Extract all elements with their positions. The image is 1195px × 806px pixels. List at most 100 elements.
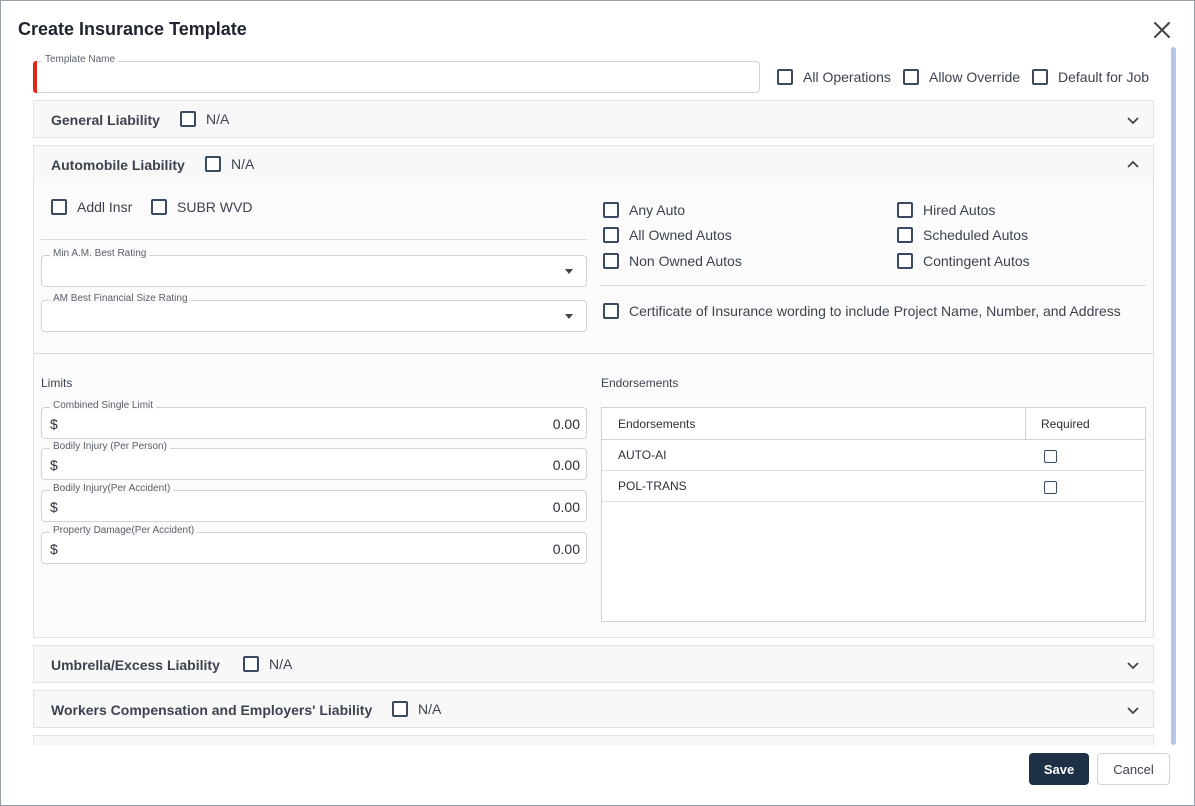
automobile-liability-title: Automobile Liability bbox=[51, 157, 185, 173]
combined-single-limit-value[interactable]: 0.00 bbox=[553, 416, 580, 432]
general-liability-na-label: N/A bbox=[206, 111, 230, 127]
bodily-injury-per-person-field[interactable]: Bodily Injury (Per Person) $ 0.00 bbox=[41, 441, 587, 480]
general-liability-na-checkbox[interactable] bbox=[180, 111, 196, 127]
create-insurance-template-dialog: Create Insurance Template Template Name … bbox=[0, 0, 1195, 806]
divider bbox=[34, 353, 1153, 354]
non-owned-autos-option[interactable]: Non Owned Autos bbox=[603, 253, 742, 269]
allow-override-option[interactable]: Allow Override bbox=[903, 69, 1020, 85]
currency-symbol: $ bbox=[50, 541, 58, 557]
min-am-best-rating-select[interactable]: Min A.M. Best Rating bbox=[41, 248, 587, 287]
workers-comp-na-checkbox[interactable] bbox=[392, 701, 408, 717]
scheduled-autos-label: Scheduled Autos bbox=[923, 227, 1029, 243]
chevron-up-icon[interactable] bbox=[1126, 158, 1140, 172]
hired-autos-option[interactable]: Hired Autos bbox=[897, 202, 995, 218]
workers-comp-title: Workers Compensation and Employers' Liab… bbox=[51, 702, 373, 718]
bodily-injury-per-accident-value[interactable]: 0.00 bbox=[553, 499, 580, 515]
divider bbox=[41, 239, 587, 240]
workers-comp-na[interactable]: N/A bbox=[392, 701, 441, 717]
hired-autos-checkbox[interactable] bbox=[897, 202, 913, 218]
scheduled-autos-option[interactable]: Scheduled Autos bbox=[897, 227, 1028, 243]
non-owned-autos-label: Non Owned Autos bbox=[629, 253, 742, 269]
hired-autos-label: Hired Autos bbox=[923, 202, 996, 218]
contingent-autos-option[interactable]: Contingent Autos bbox=[897, 253, 1030, 269]
template-name-field[interactable]: Template Name bbox=[33, 54, 760, 93]
template-name-label: Template Name bbox=[42, 54, 119, 65]
table-row[interactable]: AUTO-AI bbox=[602, 440, 1145, 471]
all-operations-option[interactable]: All Operations bbox=[777, 69, 891, 85]
chevron-down-icon[interactable] bbox=[1126, 113, 1140, 127]
umbrella-title: Umbrella/Excess Liability bbox=[51, 657, 220, 673]
combined-single-limit-label: Combined Single Limit bbox=[50, 400, 157, 411]
min-am-best-rating-label: Min A.M. Best Rating bbox=[50, 248, 150, 259]
table-row[interactable]: POL-TRANS bbox=[602, 471, 1145, 502]
subr-wvd-label: SUBR WVD bbox=[177, 199, 253, 215]
certificate-wording-label: Certificate of Insurance wording to incl… bbox=[629, 303, 1121, 319]
addl-insr-option[interactable]: Addl Insr bbox=[51, 199, 132, 215]
required-column-header[interactable]: Required bbox=[1041, 417, 1090, 431]
bodily-injury-per-accident-label: Bodily Injury(Per Accident) bbox=[50, 483, 174, 494]
certificate-wording-option[interactable]: Certificate of Insurance wording to incl… bbox=[603, 303, 1121, 319]
section-workers-compensation[interactable]: Workers Compensation and Employers' Liab… bbox=[33, 690, 1154, 728]
chevron-down-icon[interactable] bbox=[1126, 703, 1140, 717]
am-best-financial-size-select[interactable]: AM Best Financial Size Rating bbox=[41, 293, 587, 332]
caret-down-icon bbox=[565, 269, 573, 274]
property-damage-per-accident-field[interactable]: Property Damage(Per Accident) $ 0.00 bbox=[41, 525, 587, 564]
required-checkbox[interactable] bbox=[1044, 481, 1057, 495]
addl-insr-checkbox[interactable] bbox=[51, 199, 67, 215]
chevron-down-icon[interactable] bbox=[1126, 658, 1140, 672]
all-owned-autos-option[interactable]: All Owned Autos bbox=[603, 227, 732, 243]
automobile-liability-na[interactable]: N/A bbox=[205, 156, 254, 172]
combined-single-limit-field[interactable]: Combined Single Limit $ 0.00 bbox=[41, 400, 587, 439]
automobile-liability-na-label: N/A bbox=[231, 156, 255, 172]
default-for-job-option[interactable]: Default for Job bbox=[1032, 69, 1149, 85]
section-umbrella-excess-liability[interactable]: Umbrella/Excess Liability N/A bbox=[33, 645, 1154, 683]
cancel-button[interactable]: Cancel bbox=[1097, 753, 1170, 785]
any-auto-checkbox[interactable] bbox=[603, 202, 619, 218]
endorsements-column-header[interactable]: Endorsements bbox=[618, 417, 695, 431]
scrollbar[interactable] bbox=[1171, 47, 1176, 745]
endorsement-name: AUTO-AI bbox=[618, 448, 667, 462]
template-name-input[interactable] bbox=[44, 70, 744, 86]
default-for-job-label: Default for Job bbox=[1058, 69, 1150, 85]
section-automobile-liability[interactable]: Automobile Liability N/A bbox=[33, 145, 1154, 183]
automobile-liability-na-checkbox[interactable] bbox=[205, 156, 221, 172]
all-operations-checkbox[interactable] bbox=[777, 69, 793, 85]
contingent-autos-checkbox[interactable] bbox=[897, 253, 913, 269]
currency-symbol: $ bbox=[50, 457, 58, 473]
property-damage-per-accident-value[interactable]: 0.00 bbox=[553, 541, 580, 557]
all-owned-autos-checkbox[interactable] bbox=[603, 227, 619, 243]
umbrella-na-checkbox[interactable] bbox=[243, 656, 259, 672]
umbrella-na-label: N/A bbox=[269, 656, 293, 672]
am-best-financial-size-label: AM Best Financial Size Rating bbox=[50, 293, 191, 304]
subr-wvd-option[interactable]: SUBR WVD bbox=[151, 199, 252, 215]
addl-insr-label: Addl Insr bbox=[77, 199, 133, 215]
allow-override-label: Allow Override bbox=[929, 69, 1021, 85]
bodily-injury-per-person-value[interactable]: 0.00 bbox=[553, 457, 580, 473]
section-general-liability[interactable]: General Liability N/A bbox=[33, 100, 1154, 138]
bodily-injury-per-accident-field[interactable]: Bodily Injury(Per Accident) $ 0.00 bbox=[41, 483, 587, 522]
column-separator bbox=[1025, 408, 1026, 439]
umbrella-na[interactable]: N/A bbox=[243, 656, 292, 672]
subr-wvd-checkbox[interactable] bbox=[151, 199, 167, 215]
bodily-injury-per-person-label: Bodily Injury (Per Person) bbox=[50, 441, 170, 452]
default-for-job-checkbox[interactable] bbox=[1032, 69, 1048, 85]
required-checkbox[interactable] bbox=[1044, 450, 1057, 464]
all-owned-autos-label: All Owned Autos bbox=[629, 227, 732, 243]
all-operations-label: All Operations bbox=[803, 69, 891, 85]
save-button[interactable]: Save bbox=[1029, 753, 1089, 785]
non-owned-autos-checkbox[interactable] bbox=[603, 253, 619, 269]
general-liability-title: General Liability bbox=[51, 112, 160, 128]
any-auto-label: Any Auto bbox=[629, 202, 686, 218]
any-auto-option[interactable]: Any Auto bbox=[603, 202, 685, 218]
table-header: Endorsements Required bbox=[602, 408, 1145, 440]
general-liability-na[interactable]: N/A bbox=[180, 111, 229, 127]
certificate-wording-checkbox[interactable] bbox=[603, 303, 619, 319]
caret-down-icon bbox=[565, 314, 573, 319]
close-icon[interactable] bbox=[1152, 20, 1172, 40]
scheduled-autos-checkbox[interactable] bbox=[897, 227, 913, 243]
currency-symbol: $ bbox=[50, 499, 58, 515]
endorsement-name: POL-TRANS bbox=[618, 479, 687, 493]
contingent-autos-label: Contingent Autos bbox=[923, 253, 1030, 269]
allow-override-checkbox[interactable] bbox=[903, 69, 919, 85]
currency-symbol: $ bbox=[50, 416, 58, 432]
